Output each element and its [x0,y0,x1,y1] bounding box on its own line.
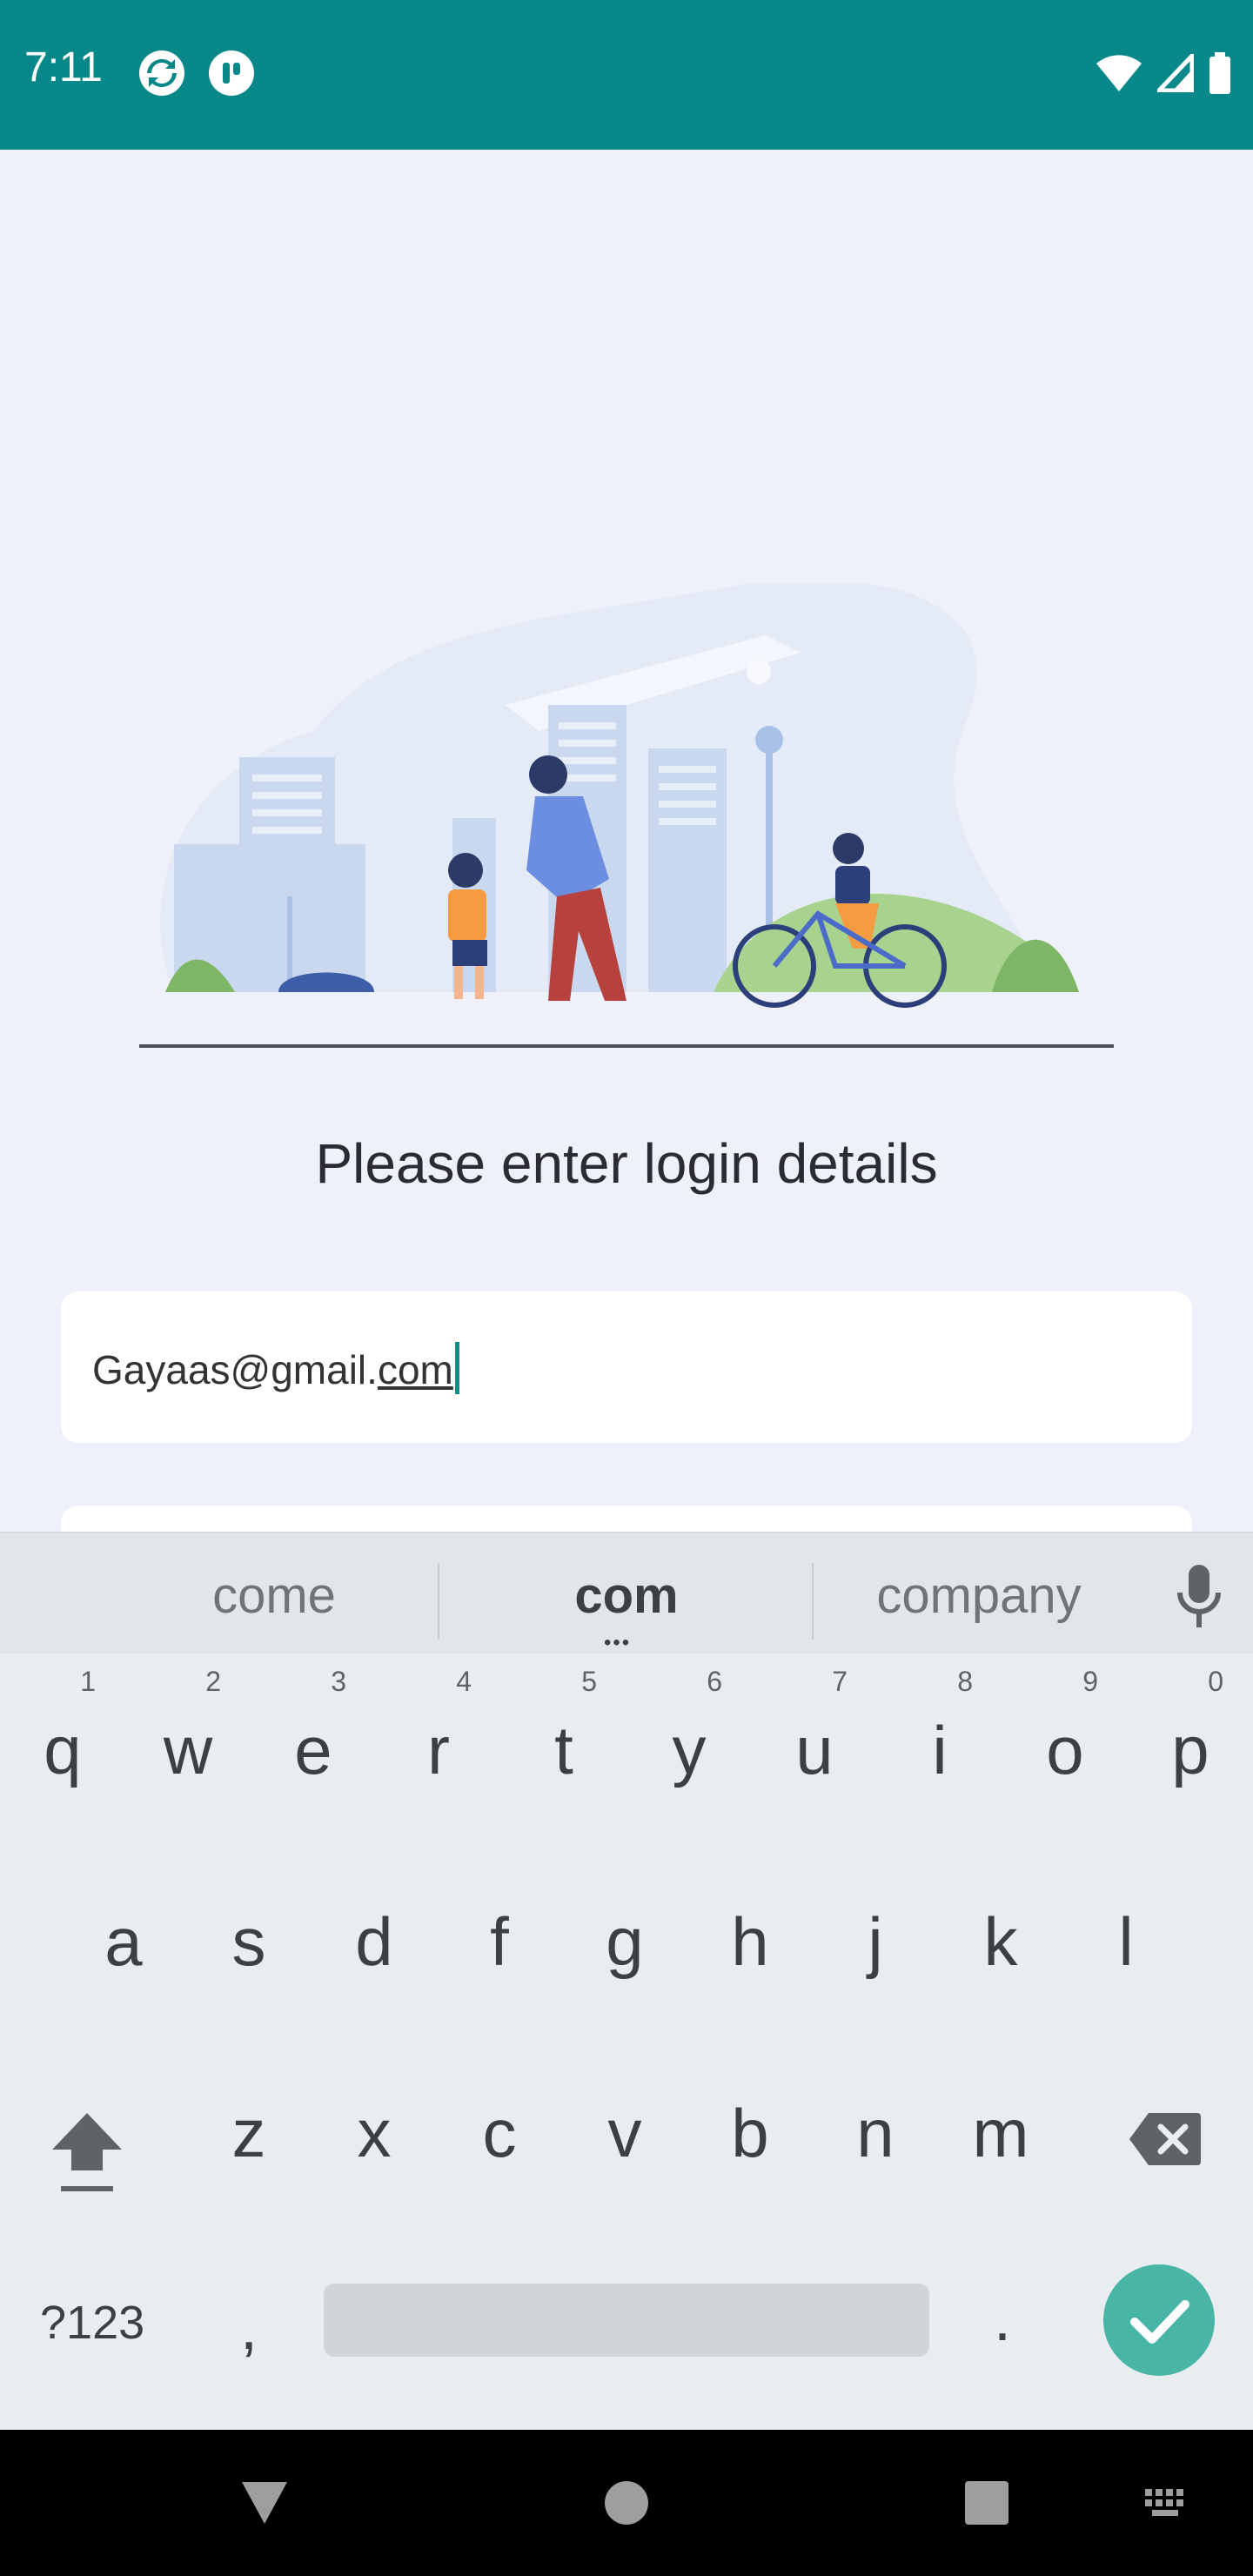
key-r[interactable]: 4r [386,1666,491,1801]
suggestion-right[interactable]: company [835,1566,1122,1625]
backspace-icon[interactable] [1128,2111,1203,2167]
recents-icon[interactable] [964,2480,1009,2526]
key-a[interactable]: a [71,1862,176,1993]
key-comma[interactable]: , [240,2292,258,2364]
navigation-bar [0,2430,1253,2576]
soft-keyboard: come com ••• company 1q 2w 3e 4r 5t 6y 7… [0,1532,1253,2430]
composing-text: com [377,1347,453,1392]
key-m[interactable]: m [948,2054,1053,2184]
check-icon [1130,2300,1189,2344]
shift-icon[interactable] [49,2106,125,2193]
suggestion-strip: come com ••• company [0,1532,1253,1654]
key-h[interactable]: h [698,1862,802,1993]
key-row-2: a s d f g h j k l [0,1862,1253,2045]
key-q[interactable]: 1q [10,1666,115,1801]
wifi-icon [1096,55,1142,91]
symbols-key[interactable]: ?123 [40,2296,144,2350]
key-s[interactable]: s [197,1862,301,1993]
space-key[interactable] [324,2284,929,2357]
key-period[interactable]: . [994,2284,1011,2355]
key-z[interactable]: z [197,2054,301,2184]
keyboard-switch-icon[interactable] [1143,2487,1192,2519]
suggestion-divider [438,1563,439,1640]
key-row-3: z x c v b n m [0,2054,1253,2237]
key-p[interactable]: 0p [1138,1666,1243,1801]
email-field[interactable]: Gayaas@gmail.com [61,1291,1192,1443]
key-k[interactable]: k [948,1862,1053,1993]
more-suggestions-icon: ••• [604,1631,632,1654]
key-d[interactable]: d [322,1862,426,1993]
key-u[interactable]: 7u [762,1666,867,1801]
key-g[interactable]: g [573,1862,677,1993]
battery-icon [1209,52,1230,94]
enter-button[interactable] [1103,2264,1215,2376]
suggestion-divider [812,1563,814,1640]
key-l[interactable]: l [1074,1862,1178,1993]
key-row-1: 1q 2w 3e 4r 5t 6y 7u 8i 9o 0p [0,1666,1253,1854]
microphone-icon[interactable] [1175,1561,1223,1631]
signal-icon [1157,54,1194,92]
suggestion-left[interactable]: come [131,1566,418,1625]
key-j[interactable]: j [823,1862,928,1993]
key-n[interactable]: n [823,2054,928,2184]
status-bar: 7:11 [0,0,1253,150]
key-c[interactable]: c [447,2054,552,2184]
email-value: Gayaas@gmail.com [92,1342,459,1394]
page-title: Please enter login details [315,1132,938,1195]
status-icons [1095,52,1232,94]
key-y[interactable]: 6y [637,1666,741,1801]
key-i[interactable]: 8i [888,1666,992,1801]
home-icon[interactable] [604,2480,649,2526]
app-notification-icon [209,50,254,96]
status-time: 7:11 [24,44,103,91]
key-t[interactable]: 5t [512,1666,616,1801]
key-f[interactable]: f [447,1862,552,1993]
back-icon[interactable] [238,2479,291,2527]
key-b[interactable]: b [698,2054,802,2184]
suggestion-center[interactable]: com [487,1566,766,1625]
key-x[interactable]: x [322,2054,426,2184]
key-w[interactable]: 2w [136,1666,240,1801]
key-v[interactable]: v [573,2054,677,2184]
text-cursor [454,1342,459,1394]
family-park-illustration [139,583,1114,1048]
key-o[interactable]: 9o [1013,1666,1117,1801]
sync-icon [139,50,184,96]
key-e[interactable]: 3e [261,1666,365,1801]
